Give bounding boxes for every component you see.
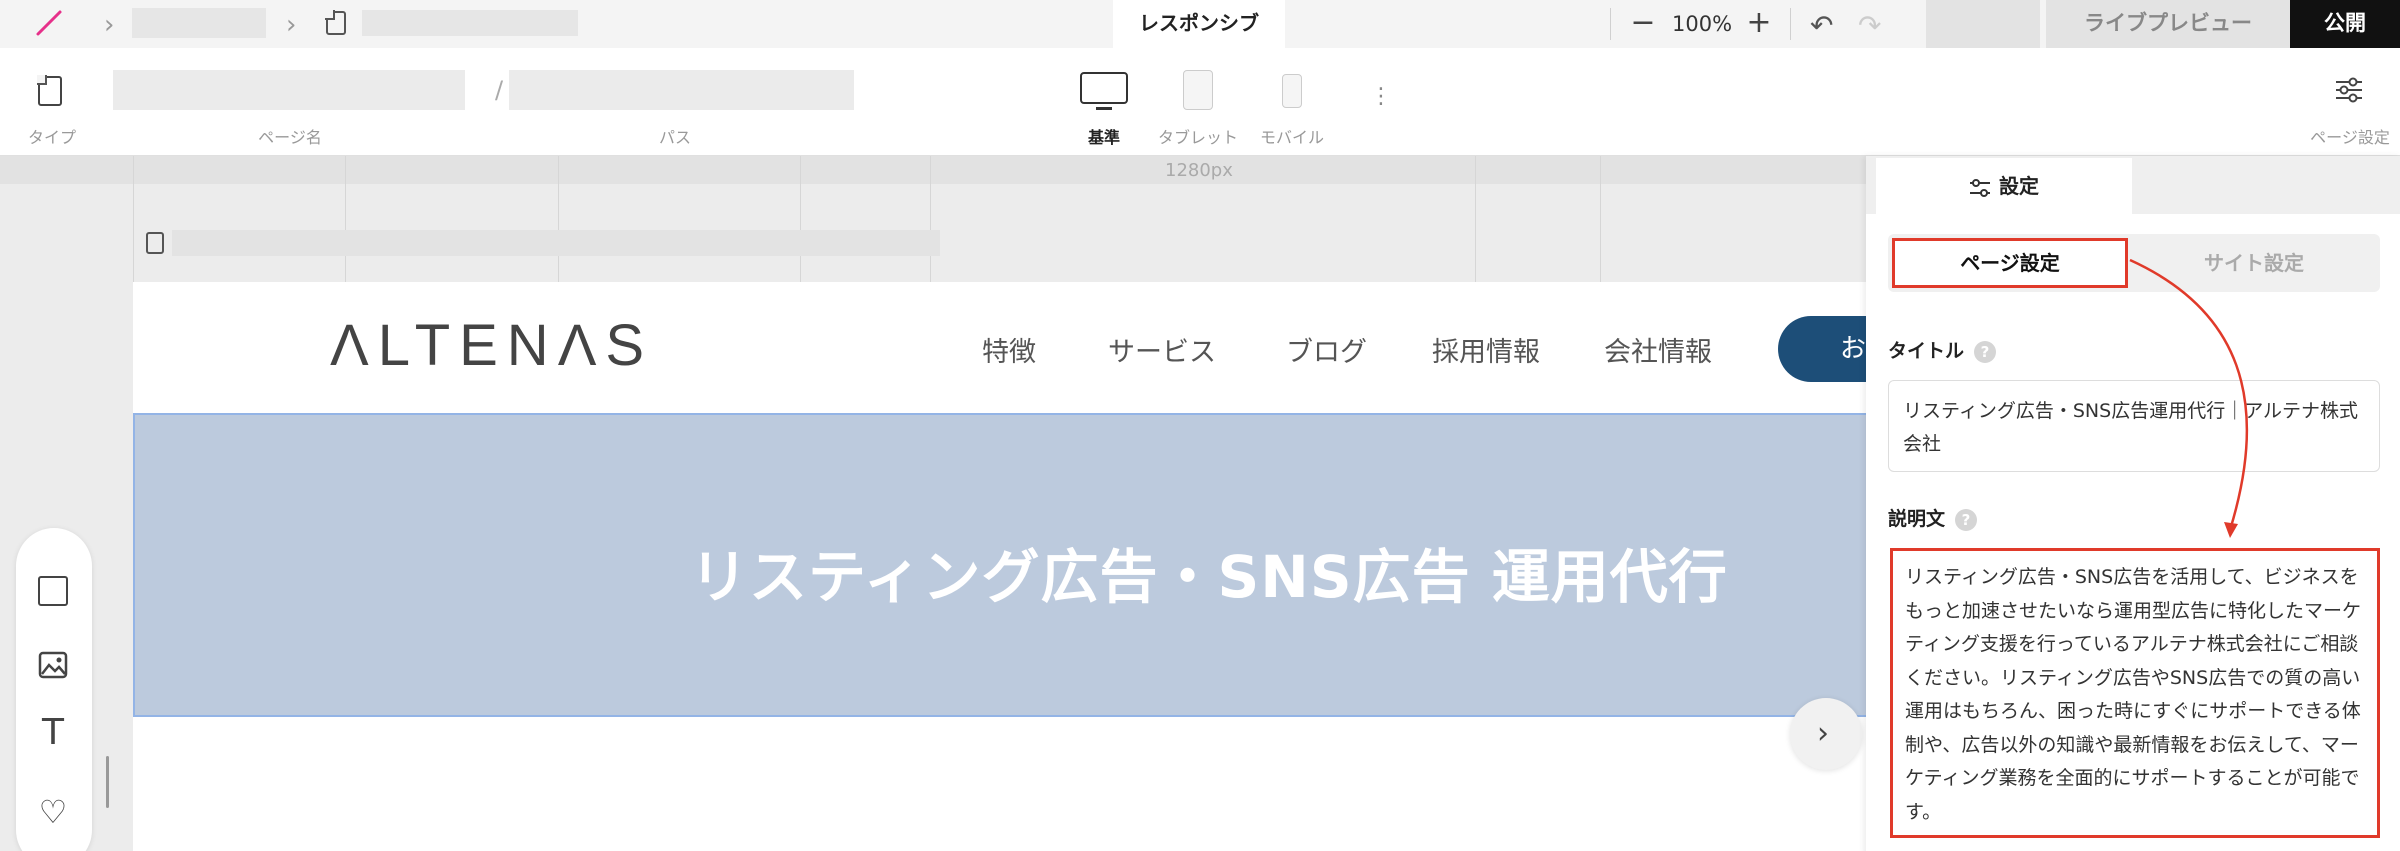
breadcrumb-chevron-icon: ›	[104, 10, 115, 40]
device-tablet-label[interactable]: タブレット	[1148, 124, 1248, 148]
next-button[interactable]: ›	[1790, 698, 1862, 770]
nav-item-services[interactable]: サービス	[1108, 330, 1216, 369]
page-type-icon[interactable]	[37, 75, 62, 106]
page-path-icon	[146, 232, 164, 254]
tablet-icon[interactable]	[1183, 70, 1213, 110]
tab-responsive[interactable]: レスポンシブ	[1113, 0, 1285, 48]
title-field-label: タイトル?	[1888, 336, 1997, 363]
description-field[interactable]: リスティング広告・SNS広告を活用して、ビジネスをもっと加速させたいなら運用型広…	[1890, 548, 2380, 838]
redo-button[interactable]: ↷	[1858, 9, 1881, 42]
chevron-right-icon: ›	[1817, 716, 1829, 751]
description-field-label: 説明文?	[1888, 504, 1978, 531]
help-icon[interactable]: ?	[1974, 340, 1997, 363]
more-options-icon[interactable]: ⋮	[1370, 86, 1392, 108]
zoom-level: 100%	[1672, 12, 1733, 36]
breadcrumb-chevron-icon: ›	[286, 10, 297, 40]
publish-button[interactable]: 公開	[2290, 0, 2400, 48]
divider	[1610, 8, 1611, 40]
text-tool-icon[interactable]: T	[38, 715, 68, 751]
divider	[1790, 8, 1791, 40]
toolbar-placeholder	[1926, 0, 2040, 48]
zoom-in-button[interactable]: +	[1744, 6, 1774, 40]
path-input[interactable]	[509, 70, 854, 110]
page-settings-label: ページ設定	[2310, 128, 2390, 147]
rectangle-tool-icon[interactable]	[38, 576, 68, 606]
ruler	[0, 156, 1870, 184]
scrollbar[interactable]	[106, 756, 109, 808]
image-tool-icon[interactable]	[38, 650, 68, 680]
help-icon[interactable]: ?	[1955, 508, 1978, 531]
nav-item-company[interactable]: 会社情報	[1604, 330, 1712, 369]
tab-settings[interactable]: 設定	[1876, 158, 2132, 214]
page-file-icon	[325, 10, 346, 35]
sliders-icon	[1970, 178, 1990, 197]
nav-item-recruit[interactable]: 採用情報	[1432, 330, 1540, 369]
path-separator: /	[495, 76, 504, 104]
brand-logo[interactable]: ΛLTENΛS	[330, 312, 653, 379]
description-label-text: 説明文	[1888, 508, 1946, 530]
heart-tool-icon[interactable]: ♡	[38, 796, 68, 828]
nav-item-features[interactable]: 特徴	[982, 330, 1036, 369]
page-path-bar	[172, 230, 940, 256]
path-label: パス	[658, 128, 691, 147]
device-base-label[interactable]: 基準	[1074, 124, 1134, 148]
app-logo-icon[interactable]	[34, 8, 64, 38]
nav-item-blog[interactable]: ブログ	[1286, 330, 1367, 369]
canvas-width-label: 1280px	[1165, 160, 1233, 181]
desktop-icon[interactable]	[1080, 72, 1128, 110]
breadcrumb-page[interactable]	[362, 10, 578, 36]
mobile-icon[interactable]	[1282, 74, 1302, 108]
hero-title: リスティング広告・SNS広告 運用代行	[690, 543, 1728, 611]
page-settings-tab[interactable]: ページ設定	[1892, 238, 2128, 288]
zoom-out-button[interactable]: −	[1628, 6, 1658, 40]
page-name-label: ページ名	[258, 128, 322, 147]
live-preview-button[interactable]: ライブプレビュー	[2046, 0, 2290, 48]
breadcrumb-site[interactable]	[132, 8, 266, 38]
page-name-input[interactable]	[113, 70, 465, 110]
title-label-text: タイトル	[1888, 340, 1965, 362]
device-mobile-label[interactable]: モバイル	[1250, 124, 1334, 148]
tab-settings-label: 設定	[1999, 174, 2039, 198]
type-label: タイプ	[27, 128, 76, 147]
undo-button[interactable]: ↶	[1810, 9, 1833, 42]
page-settings-icon[interactable]	[2334, 76, 2364, 104]
annotation-arrow	[2129, 258, 2249, 538]
